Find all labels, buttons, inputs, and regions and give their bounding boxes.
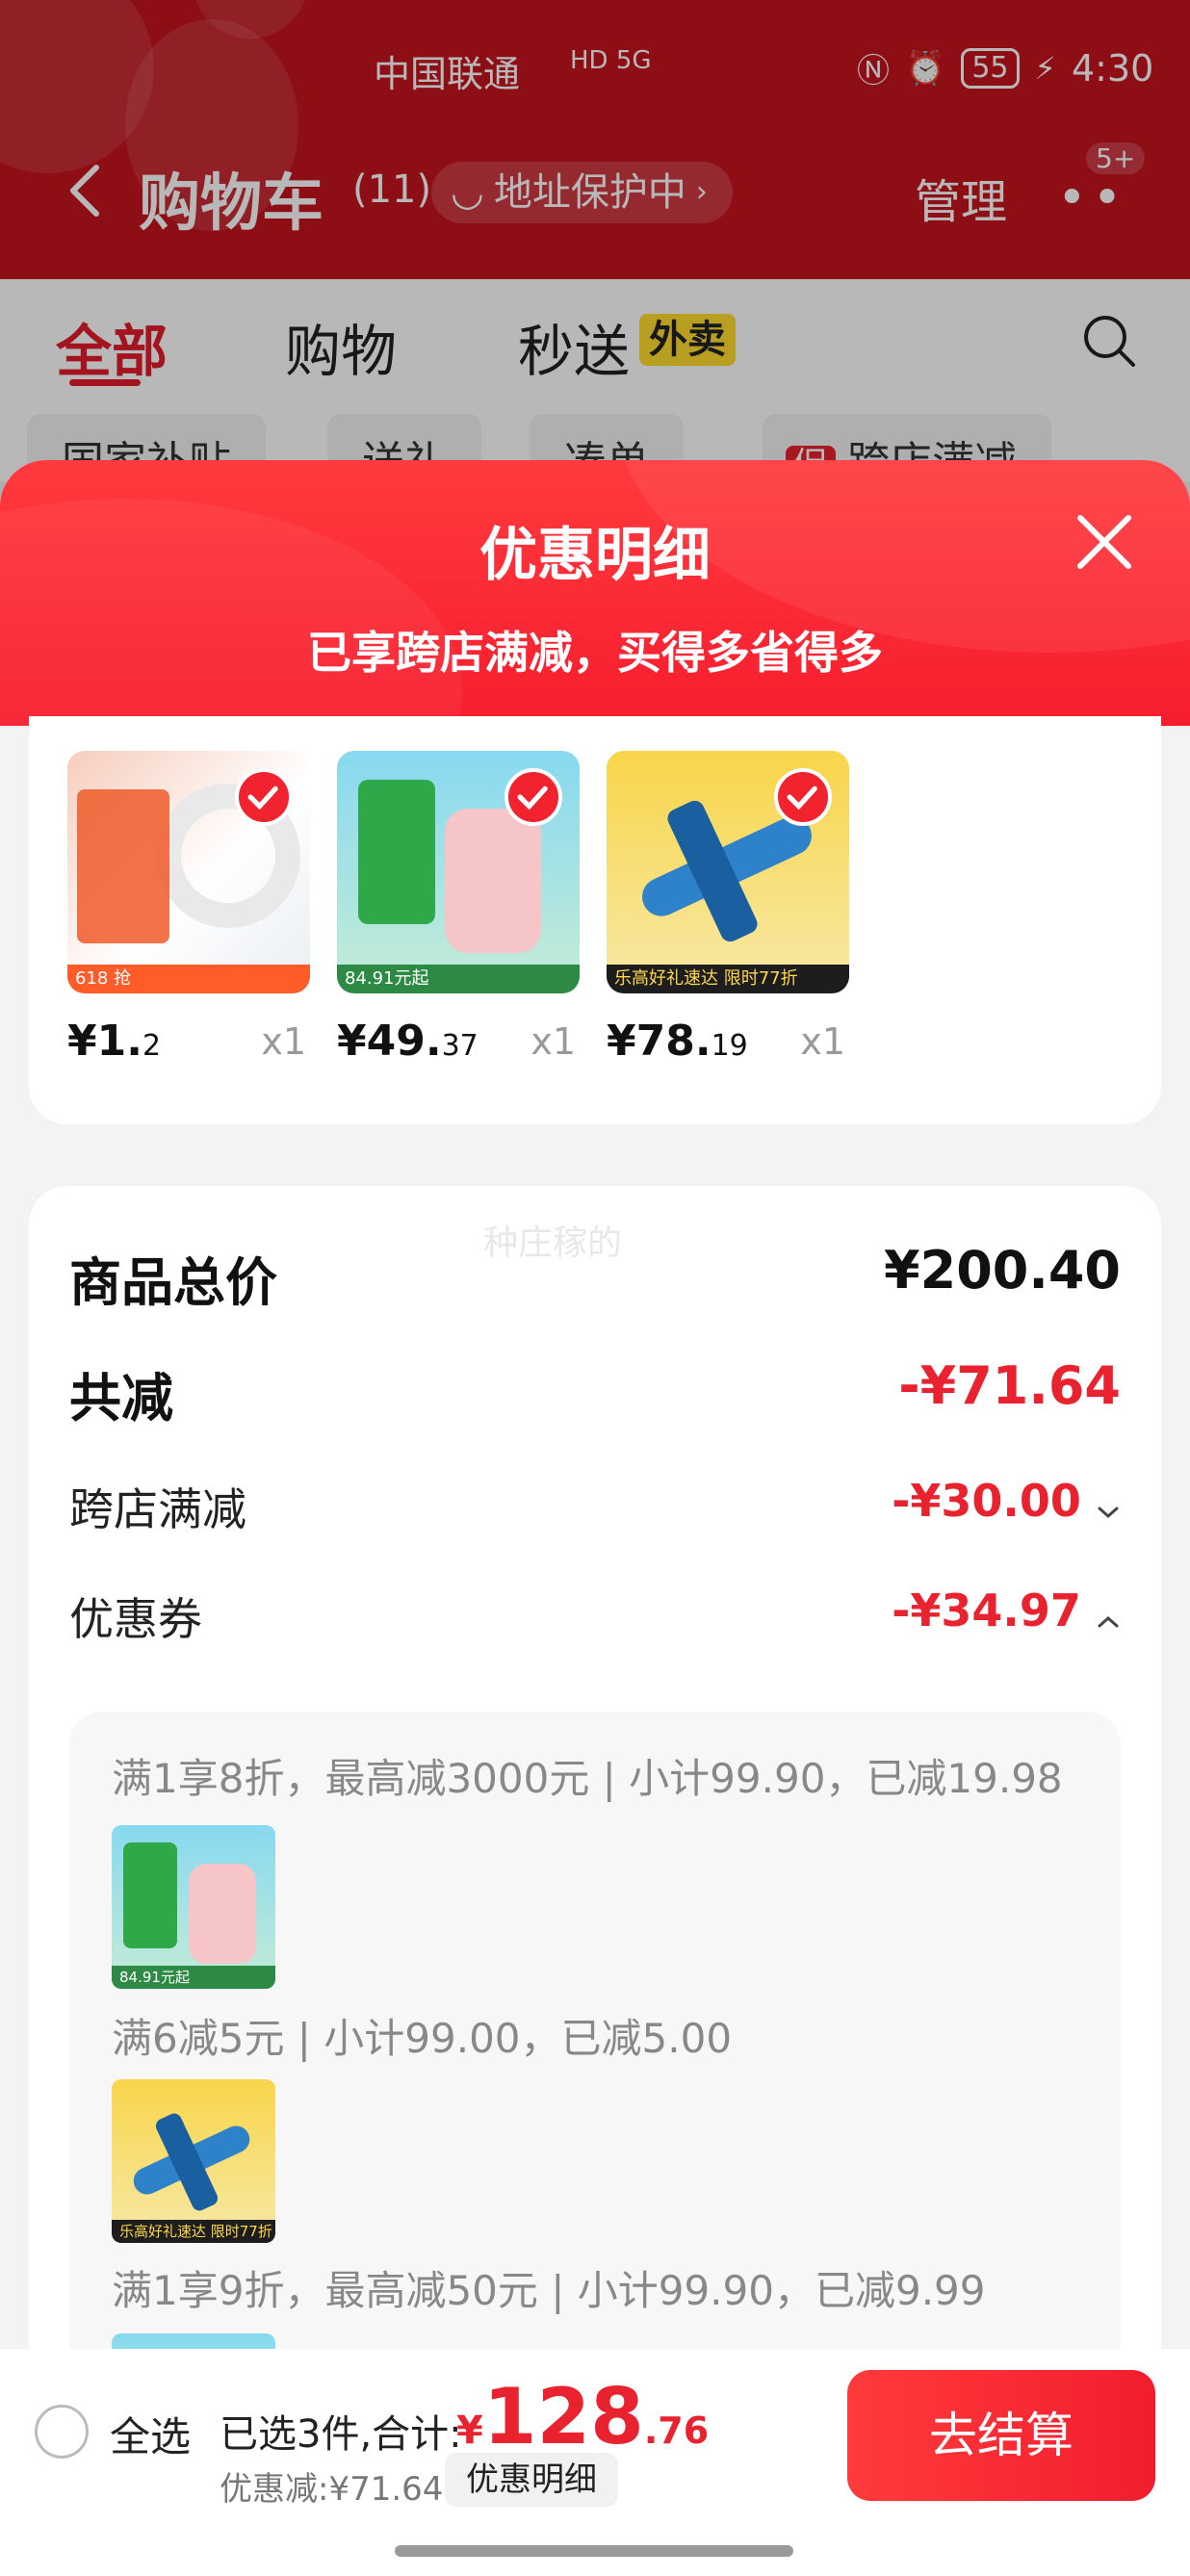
checkout-bar: 全选 已选3件,合计: ¥128.76 优惠减:¥71.64 优惠明细 去结算 [0, 2349, 1190, 2576]
total-amount: ¥128.76 [456, 2372, 710, 2461]
total-reduce-value: -¥71.64 [898, 1355, 1121, 1416]
product-image: 84.91元起 [337, 751, 580, 993]
cross-store-row[interactable]: 跨店满减 -¥30.00 [69, 1475, 1121, 1542]
close-icon[interactable] [1073, 510, 1136, 574]
discount-total: 优惠减:¥71.64 [220, 2470, 444, 2509]
product-image: 乐高好礼速达 限时77折 [607, 751, 849, 993]
coupon-thumb-caption: 乐高好礼速达 限时77折 [112, 2220, 275, 2243]
checkmark-icon[interactable] [774, 768, 832, 826]
product-quantity: x1 [800, 1020, 845, 1063]
product-quantity: x1 [530, 1020, 576, 1063]
select-all-radio[interactable] [35, 2405, 89, 2459]
cross-store-value: -¥30.00 [892, 1475, 1081, 1527]
sheet-header: 优惠明细 已享跨店满减，买得多省得多 [0, 460, 1190, 726]
coupon-row[interactable]: 优惠券 -¥34.97 [69, 1584, 1121, 1652]
product-image-caption: 乐高好礼速达 限时77折 [607, 965, 849, 993]
coupon-product-thumb: 84.91元起 [112, 1825, 275, 1989]
goods-total-value: ¥200.40 [884, 1240, 1121, 1301]
discount-detail-sheet: 优惠明细 已享跨店满减，买得多省得多 618 抢 ¥1.2 x1 84.91元起 [0, 460, 1190, 2576]
selected-summary: 已选3件,合计: [220, 2412, 462, 2457]
product-image: 618 抢 [67, 751, 310, 993]
coupon-rule: 满1享8折，最高减3000元 | 小计99.90，已减19.98 [112, 1755, 1063, 1802]
selected-products-card: 618 抢 ¥1.2 x1 84.91元起 ¥49.37 x1 乐高好礼速达 限… [29, 716, 1161, 1124]
product-item[interactable]: 618 抢 ¥1.2 x1 [67, 751, 310, 1066]
total-reduce-row: 共减 -¥71.64 [69, 1355, 1121, 1429]
sheet-title: 优惠明细 [479, 522, 711, 589]
discount-detail-button[interactable]: 优惠明细 [445, 2453, 618, 2507]
product-item[interactable]: 乐高好礼速达 限时77折 ¥78.19 x1 [607, 751, 849, 1066]
product-price: ¥1.2 [67, 1017, 162, 1066]
coupon-value-group: -¥34.97 [892, 1584, 1121, 1636]
goods-total-label: 商品总价 [69, 1252, 277, 1313]
product-image-caption: 618 抢 [67, 965, 310, 993]
cross-store-value-group: -¥30.00 [892, 1475, 1121, 1527]
select-all-label[interactable]: 全选 [110, 2405, 191, 2463]
checkmark-icon[interactable] [504, 768, 562, 826]
coupon-label: 优惠券 [69, 1593, 202, 1645]
coupon-thumb-caption: 84.91元起 [112, 1966, 275, 1989]
checkmark-icon[interactable] [235, 768, 293, 826]
sheet-subtitle: 已享跨店满减，买得多省得多 [307, 627, 883, 679]
coupon-rule: 满6减5元 | 小计99.00，已减5.00 [112, 2015, 733, 2062]
chevron-up-icon[interactable] [1096, 1613, 1121, 1631]
chevron-down-icon[interactable] [1096, 1504, 1121, 1521]
product-item[interactable]: 84.91元起 ¥49.37 x1 [337, 751, 580, 1066]
total-reduce-label: 共减 [69, 1368, 173, 1429]
cross-store-label: 跨店满减 [69, 1483, 246, 1535]
coupon-rule: 满1享9折，最高减50元 | 小计99.90，已减9.99 [112, 2267, 986, 2314]
coupon-product-thumb: 乐高好礼速达 限时77折 [112, 2079, 275, 2243]
checkout-button[interactable]: 去结算 [847, 2370, 1155, 2501]
goods-total-row: 商品总价 ¥200.40 [69, 1240, 1121, 1313]
product-price: ¥49.37 [337, 1017, 479, 1066]
product-price: ¥78.19 [607, 1017, 748, 1066]
home-indicator[interactable] [395, 2545, 793, 2557]
product-image-caption: 84.91元起 [337, 965, 580, 993]
product-quantity: x1 [261, 1020, 306, 1063]
coupon-value: -¥34.97 [892, 1584, 1081, 1636]
